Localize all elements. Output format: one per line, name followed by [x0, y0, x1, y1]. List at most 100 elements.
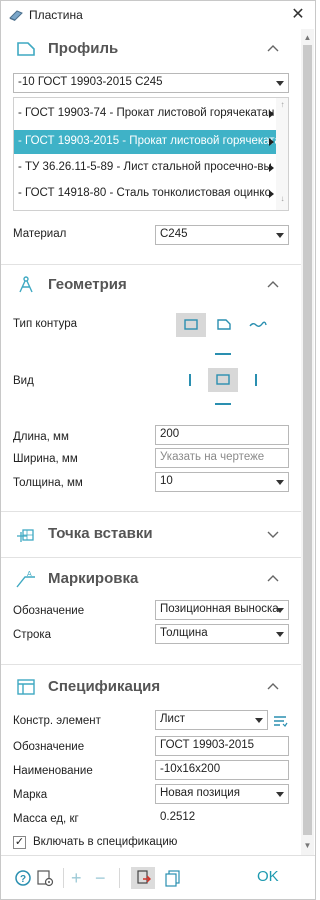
view-bottom-button[interactable] [215, 403, 231, 405]
ok-button[interactable]: OK [257, 868, 279, 885]
spec-name-label: Наименование [13, 765, 93, 777]
profile-standard-select[interactable]: -10 ГОСТ 19903-2015 С245 [13, 73, 289, 93]
add-icon[interactable]: + [71, 868, 91, 888]
material-select[interactable]: С245 [155, 225, 289, 245]
material-label: Материал [13, 228, 67, 240]
divider [1, 511, 301, 512]
spec-element-label: Констр. элемент [13, 715, 101, 727]
length-input[interactable]: 200 [155, 425, 289, 445]
width-input[interactable]: Указать на чертеже [155, 448, 289, 468]
contour-polygon-button[interactable] [209, 313, 239, 337]
list-item-label: - ГОСТ 19903-74 - Прокат листовой горяче… [18, 107, 275, 119]
spec-element-value: Лист [160, 713, 185, 725]
marking-line-label: Строка [13, 629, 52, 641]
contour-type-label: Тип контура [13, 318, 78, 330]
submenu-arrow-icon [269, 138, 274, 146]
export-active-icon[interactable] [131, 867, 155, 889]
compass-icon [15, 275, 37, 295]
spec-mass-value: 0.2512 [155, 808, 289, 828]
spec-designation-label: Обозначение [13, 741, 85, 753]
section-marking-title: Маркировка [48, 570, 139, 587]
chevron-up-icon[interactable] [265, 41, 281, 57]
list-item-label: - ГОСТ 14918-80 - Сталь тонколистовая оц… [18, 187, 271, 199]
close-button[interactable]: ✕ [287, 5, 309, 25]
title-bar: Пластина ✕ [1, 1, 315, 29]
dropdown-arrow-icon [276, 233, 284, 238]
toolbar-separator [119, 868, 120, 888]
contour-curve-button[interactable] [242, 313, 272, 337]
view-label: Вид [13, 375, 34, 387]
dropdown-arrow-icon [276, 480, 284, 485]
spec-mark-select[interactable]: Новая позиция [155, 784, 289, 804]
thickness-select[interactable]: 10 [155, 472, 289, 492]
view-right-button[interactable] [255, 374, 257, 386]
list-item-selected[interactable]: - ГОСТ 19903-2015 - Прокат листовой горя… [14, 130, 276, 154]
chevron-up-icon[interactable] [265, 679, 281, 695]
spec-element-select[interactable]: Лист [155, 710, 268, 730]
marking-line-value: Толщина [160, 627, 208, 639]
marking-designation-select[interactable]: Позиционная выноска [155, 600, 289, 620]
spec-mark-value: Новая позиция [160, 787, 240, 799]
marking-designation-value: Позиционная выноска [160, 603, 279, 615]
dropdown-arrow-icon [255, 718, 263, 723]
list-item[interactable]: - ТУ 36.26.11-5-89 - Лист стальной просе… [14, 156, 276, 180]
table-icon [15, 677, 37, 697]
insert-point-icon [15, 524, 37, 544]
include-in-spec-checkbox[interactable]: ✓ [13, 836, 26, 849]
plate-app-icon [9, 8, 23, 25]
filter-list-icon[interactable] [272, 713, 288, 729]
svg-text:?: ? [20, 874, 26, 885]
spec-name-input[interactable]: -10x16x200 [155, 760, 289, 780]
thickness-value: 10 [160, 475, 173, 487]
scroll-down-icon[interactable]: ▼ [301, 839, 314, 853]
dropdown-arrow-icon [276, 608, 284, 613]
dropdown-arrow-icon [276, 81, 284, 86]
contour-rectangle-button[interactable] [176, 313, 206, 337]
scroll-up-icon[interactable]: ▲ [301, 31, 314, 45]
list-scroll-up-icon[interactable]: ↑ [276, 100, 288, 109]
section-specification-header[interactable]: Спецификация [1, 667, 301, 707]
list-item-label: - ГОСТ 19903-2015 - Прокат листовой горя… [18, 135, 276, 147]
section-geometry-title: Геометрия [48, 276, 127, 293]
divider [1, 664, 301, 665]
remove-icon[interactable]: − [95, 868, 115, 888]
list-scroll-down-icon[interactable]: ↓ [276, 194, 288, 203]
divider [1, 557, 301, 558]
list-item[interactable]: - ГОСТ 19903-74 - Прокат листовой горяче… [14, 102, 276, 126]
settings-icon[interactable] [35, 868, 55, 888]
submenu-arrow-icon [269, 110, 274, 118]
list-item[interactable]: - ГОСТ 14918-80 - Сталь тонколистовая оц… [14, 182, 276, 206]
view-front-button[interactable] [208, 368, 238, 392]
dialog-footer: ? + − OK [1, 855, 315, 899]
submenu-arrow-icon [269, 164, 274, 172]
marking-designation-label: Обозначение [13, 605, 85, 617]
length-label: Длина, мм [13, 431, 69, 443]
view-top-button[interactable] [215, 353, 231, 355]
section-marking-header[interactable]: A Маркировка [1, 559, 301, 599]
help-icon[interactable]: ? [13, 868, 33, 888]
dropdown-arrow-icon [276, 632, 284, 637]
section-profile-header[interactable]: Профиль [1, 29, 301, 69]
chevron-down-icon[interactable] [265, 526, 281, 542]
material-value: С245 [160, 228, 188, 240]
section-insert-point-title: Точка вставки [48, 525, 153, 542]
width-label: Ширина, мм [13, 453, 78, 465]
section-profile-title: Профиль [48, 40, 119, 57]
submenu-arrow-icon [269, 190, 274, 198]
spec-mark-label: Марка [13, 789, 48, 801]
section-geometry-header[interactable]: Геометрия [1, 265, 301, 305]
spec-designation-input[interactable]: ГОСТ 19903-2015 [155, 736, 289, 756]
section-specification-title: Спецификация [48, 678, 161, 695]
list-scrollbar[interactable]: ↑ ↓ [276, 98, 288, 210]
thickness-label: Толщина, мм [13, 477, 83, 489]
chevron-up-icon[interactable] [265, 571, 281, 587]
section-insert-point-header[interactable]: Точка вставки [1, 514, 301, 554]
window-title: Пластина [29, 8, 83, 22]
main-scrollbar-thumb[interactable] [303, 45, 312, 835]
marking-line-select[interactable]: Толщина [155, 624, 289, 644]
profile-standard-list[interactable]: - ГОСТ 19903-74 - Прокат листовой горяче… [13, 97, 289, 211]
profile-section-icon [15, 39, 37, 59]
view-left-button[interactable] [189, 374, 191, 386]
chevron-up-icon[interactable] [265, 277, 281, 293]
copy-pages-icon[interactable] [163, 868, 183, 888]
